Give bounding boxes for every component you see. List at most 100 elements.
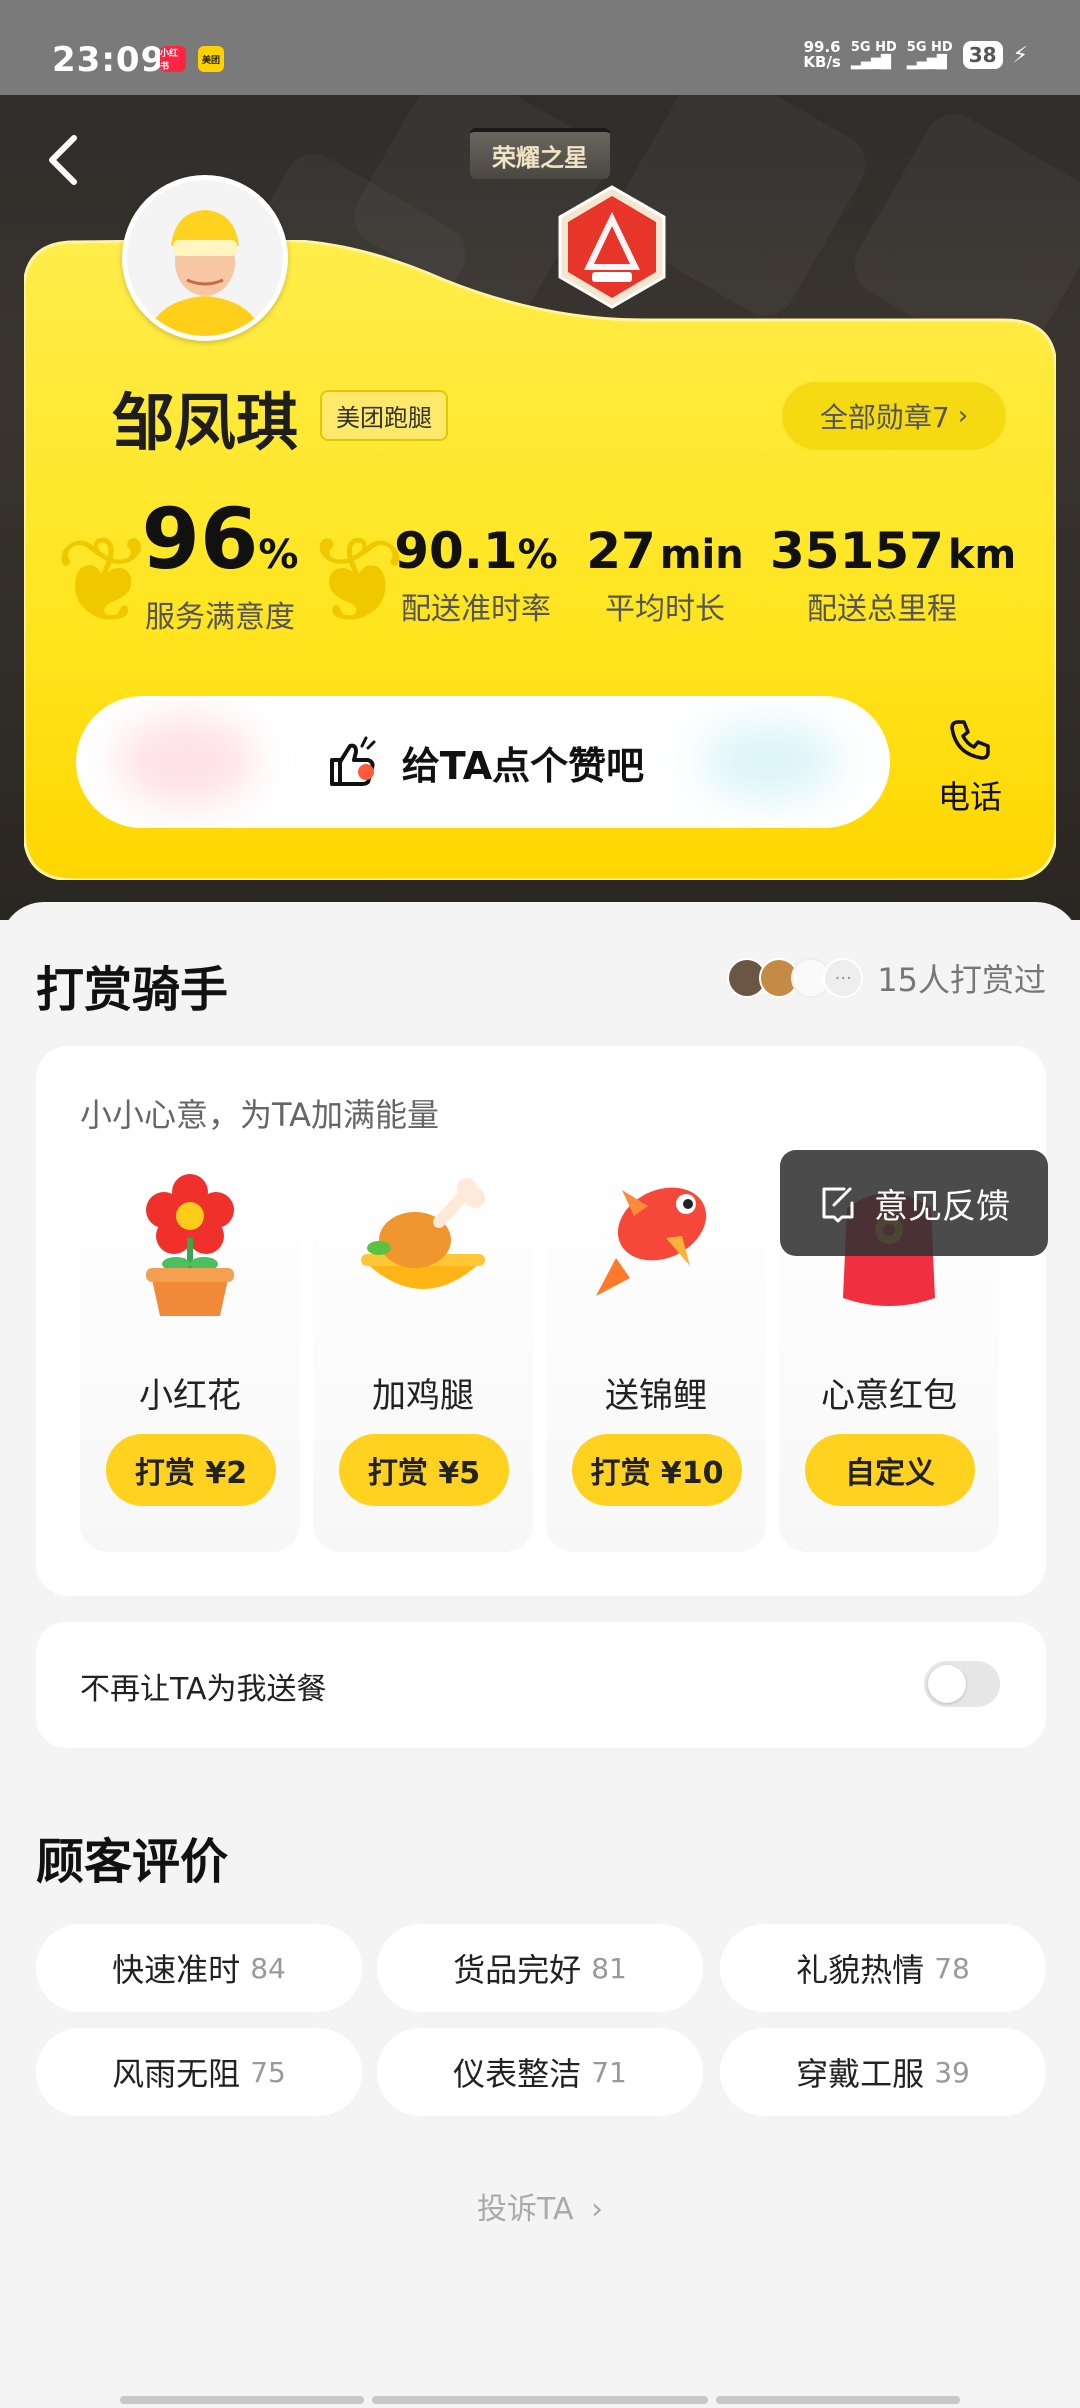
stat-ontime-value: 90.1% — [376, 522, 576, 580]
sim1-label: 5G HD — [850, 40, 897, 55]
gesture-bar — [372, 2396, 708, 2404]
review-tag[interactable]: 穿戴工服 39 — [720, 2028, 1046, 2116]
sim2-label: 5G HD — [906, 40, 953, 55]
stat-distance: 35157 km 配送总里程 — [770, 522, 1016, 628]
block-rider-label: 不再让TA为我送餐 — [80, 1672, 327, 1707]
phone-button[interactable]: 电话 — [938, 716, 1002, 818]
toggle-knob — [928, 1665, 966, 1703]
feedback-label: 意见反馈 — [874, 1186, 1010, 1227]
stat-satisfaction-label: 服务满意度 — [145, 600, 295, 635]
block-rider-toggle[interactable] — [924, 1661, 1000, 1707]
status-time: 23:09 — [52, 40, 166, 80]
review-tag-label: 礼貌热情 — [796, 1951, 925, 1989]
drumstick-icon — [361, 1178, 485, 1289]
stat-ontime: 90.1% 配送准时率 — [376, 522, 576, 628]
review-tag[interactable]: 快速准时 84 — [36, 1924, 362, 2012]
stat-avg-time-value: 27 min — [580, 522, 750, 580]
phone-icon — [950, 720, 990, 760]
koi-fish-icon — [596, 1187, 707, 1296]
stat-satisfaction-unit: % — [258, 532, 299, 578]
review-tag[interactable]: 礼貌热情 78 — [720, 1924, 1046, 2012]
review-tag-label: 货品完好 — [453, 1951, 582, 1989]
chevron-right-icon: › — [957, 401, 969, 431]
review-tag[interactable]: 货品完好 81 — [377, 1924, 703, 2012]
back-arrow-icon[interactable] — [44, 130, 84, 190]
thumbs-up-icon — [329, 736, 376, 786]
all-badges-label: 全部勋章7 — [819, 401, 950, 434]
review-tag-count: 81 — [591, 1951, 627, 1985]
tip-5-button[interactable]: 打赏 ¥5 — [339, 1434, 509, 1506]
review-tag-count: 39 — [934, 2055, 970, 2089]
stat-distance-number: 35157 — [770, 522, 944, 580]
stat-avg-time-unit: min — [659, 532, 744, 578]
xiaohongshu-icon: 小红书 — [160, 46, 186, 72]
net-speed-unit: KB/s — [803, 53, 841, 71]
tip-10-button[interactable]: 打赏 ¥10 — [572, 1434, 742, 1506]
stat-satisfaction: 96% 服务满意度 — [120, 490, 320, 636]
rider-service-tag: 美团跑腿 — [320, 390, 448, 441]
stat-distance-value: 35157 km — [770, 522, 1016, 580]
signal-bars-icon: ▂▄▆█ — [906, 55, 947, 70]
phone-label: 电话 — [938, 778, 1003, 816]
custom-tip-button[interactable]: 自定义 — [805, 1434, 975, 1506]
gift-drumstick-name: 加鸡腿 — [372, 1376, 474, 1416]
net-speed: 99.6 KB/s — [803, 40, 840, 70]
review-tag[interactable]: 仪表整洁 71 — [377, 2028, 703, 2116]
review-tag-label: 风雨无阻 — [112, 2055, 241, 2093]
reward-subtitle: 小小心意，为TA加满能量 — [80, 1096, 439, 1134]
stat-avg-time: 27 min 平均时长 — [580, 522, 750, 628]
thumbs-up-button[interactable]: 给TA点个赞吧 — [76, 696, 890, 828]
gift-flower[interactable]: 小红花 打赏 ¥2 — [80, 1168, 300, 1552]
gesture-bar — [120, 2396, 364, 2404]
complain-label: 投诉TA — [476, 2192, 574, 2227]
signal-sim1: 5G HD ▂▄▆█ — [851, 40, 897, 70]
tip-2-button[interactable]: 打赏 ¥2 — [106, 1434, 276, 1506]
review-tag-count: 75 — [250, 2055, 286, 2089]
reviews-title: 顾客评价 — [36, 1834, 229, 1890]
all-badges-link[interactable]: 全部勋章7 › — [782, 382, 1006, 450]
gift-drumstick[interactable]: 加鸡腿 打赏 ¥5 — [313, 1168, 533, 1552]
gift-koi[interactable]: 送锦鲤 打赏 ¥10 — [546, 1168, 766, 1552]
rider-name: 邹凤琪 — [112, 386, 299, 459]
review-tag-label: 穿戴工服 — [796, 2055, 925, 2093]
review-tag-count: 84 — [250, 1951, 286, 1985]
chevron-right-icon: › — [591, 2192, 604, 2227]
gift-flower-name: 小红花 — [139, 1376, 241, 1416]
more-icon: ··· — [823, 958, 864, 998]
rider-avatar — [122, 175, 288, 341]
battery-icon: 38 — [962, 41, 1003, 69]
reward-title: 打赏骑手 — [36, 962, 229, 1018]
tippers-summary[interactable]: ··· 15人打赏过 — [727, 955, 1046, 1001]
gift-red-envelope-name: 心意红包 — [821, 1376, 957, 1416]
stat-ontime-number: 90.1 — [394, 522, 518, 580]
tippers-count: 15人打赏过 — [877, 961, 1046, 999]
signal-sim2: 5G HD ▂▄▆█ — [907, 40, 953, 70]
stat-satisfaction-value: 96% — [120, 490, 320, 588]
gift-koi-name: 送锦鲤 — [605, 1376, 707, 1416]
thumbs-up-label: 给TA点个赞吧 — [401, 743, 645, 788]
status-right: 99.6 KB/s 5G HD ▂▄▆█ 5G HD ▂▄▆█ 38 ⚡ — [803, 40, 1028, 71]
review-tag[interactable]: 风雨无阻 75 — [36, 2028, 362, 2116]
stat-ontime-unit: % — [517, 532, 558, 578]
stat-avg-time-label: 平均时长 — [605, 592, 725, 627]
charging-icon: ⚡ — [1012, 42, 1028, 68]
review-tag-count: 71 — [591, 2055, 627, 2089]
stat-distance-label: 配送总里程 — [807, 592, 957, 627]
review-tag-label: 仪表整洁 — [453, 2055, 582, 2093]
stat-distance-unit: km — [947, 532, 1017, 578]
meituan-icon: 美团 — [198, 46, 224, 72]
block-rider-row: 不再让TA为我送餐 — [36, 1622, 1046, 1748]
flower-pot-icon — [146, 1174, 234, 1316]
rider-avatar-illustration — [127, 180, 283, 336]
status-bar: 23:09 小红书 美团 99.6 KB/s 5G HD ▂▄▆█ 5G HD … — [0, 0, 1080, 95]
feedback-edit-icon — [822, 1187, 854, 1223]
review-tag-label: 快速准时 — [112, 1951, 241, 1989]
stat-avg-time-number: 27 — [586, 522, 656, 580]
complain-link[interactable]: 投诉TA › — [0, 2184, 1080, 2228]
stat-ontime-label: 配送准时率 — [401, 592, 551, 627]
review-tag-count: 78 — [934, 1951, 970, 1985]
feedback-button[interactable]: 意见反馈 — [780, 1150, 1048, 1256]
medal-title: 荣耀之星 — [470, 128, 610, 179]
signal-bars-icon: ▂▄▆█ — [850, 55, 891, 70]
gesture-bar — [716, 2396, 960, 2404]
